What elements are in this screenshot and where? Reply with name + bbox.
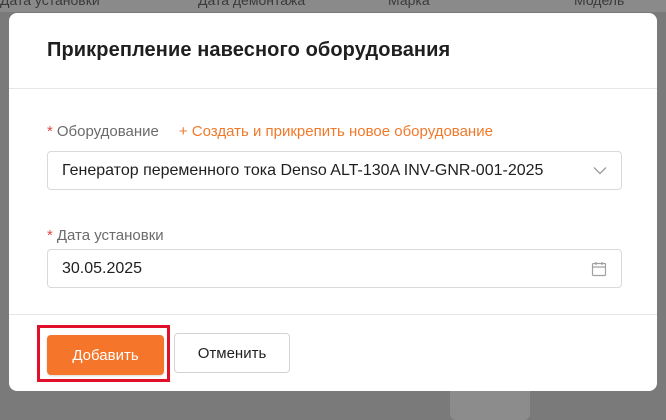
install-date-label: Дата установки [56,227,164,244]
equipment-label: Оборудование [56,123,159,140]
bg-column-brand: Марка [388,0,430,8]
bg-column-removal-date: Дата демонтажа [198,0,306,8]
calendar-icon[interactable] [591,261,607,277]
equipment-label-row: * Оборудование + Создать и прикрепить ново… [47,123,493,140]
background-table-header: Дата установки Дата демонтажа Марка Моде… [0,0,666,12]
add-button[interactable]: Добавить [47,335,164,375]
chevron-down-icon [593,166,607,175]
install-date-label-row: * Дата установки [47,227,164,244]
create-equipment-link[interactable]: + Создать и прикрепить новое оборудовани… [179,123,493,140]
equipment-select[interactable]: Генератор переменного тока Denso ALT-130… [47,151,622,190]
bg-column-install-date: Дата установки [0,0,100,8]
modal-title: Прикрепление навесного оборудования [47,39,451,61]
equipment-select-value: Генератор переменного тока Denso ALT-130… [62,161,544,179]
attach-equipment-modal: Прикрепление навесного оборудования * Обо… [9,13,657,391]
required-mark: * [47,227,53,244]
header-divider [9,88,657,89]
footer-divider [9,314,657,315]
install-date-picker[interactable]: 30.05.2025 [47,249,622,288]
required-mark: * [47,123,53,140]
cancel-button[interactable]: Отменить [174,333,290,373]
install-date-value: 30.05.2025 [62,259,143,277]
bg-column-model: Модель [574,0,625,8]
